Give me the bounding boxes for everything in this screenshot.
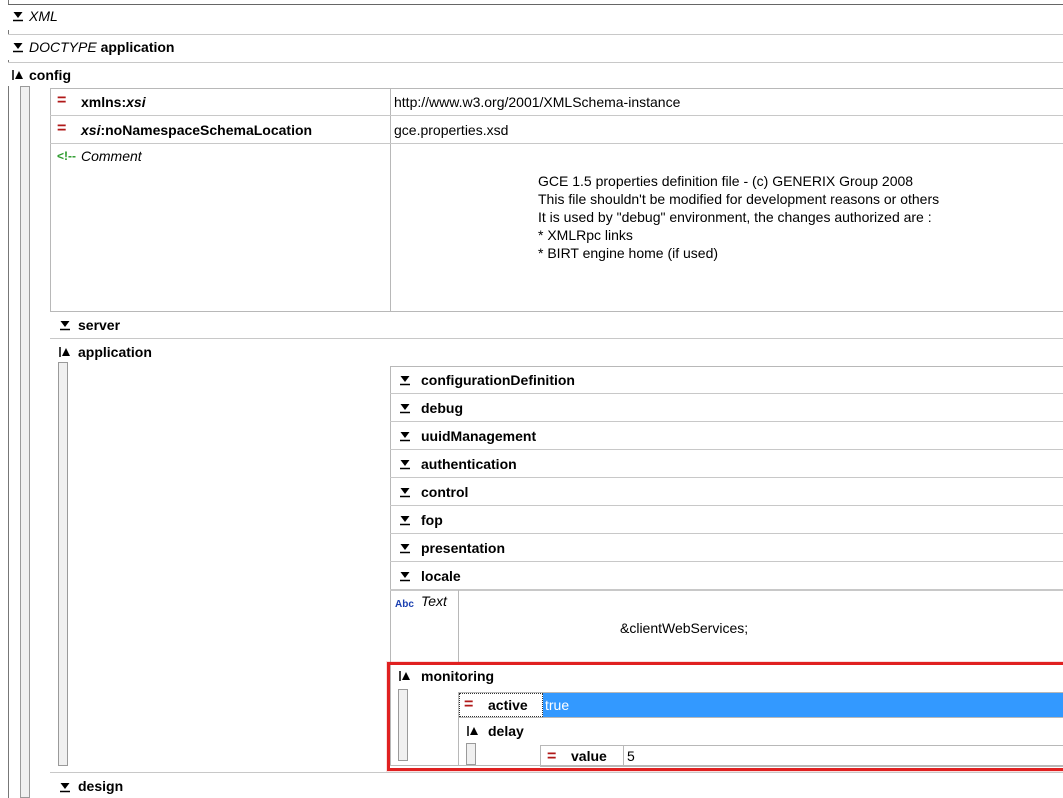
highlight-frame bbox=[387, 662, 1063, 771]
server-label: server bbox=[78, 317, 121, 333]
collapse-arrow-icon[interactable] bbox=[59, 346, 71, 358]
application-child-locale[interactable]: locale bbox=[390, 562, 1063, 590]
doctype-name: application bbox=[100, 39, 175, 55]
comment-node[interactable]: <!-- Comment bbox=[51, 144, 390, 311]
text-abc-icon: Abc bbox=[395, 596, 421, 610]
attr-name: xsi:noNamespaceSchemaLocation bbox=[81, 121, 312, 139]
attribute-icon: = bbox=[57, 120, 67, 137]
text-label: Text bbox=[421, 593, 447, 609]
column-divider bbox=[390, 88, 391, 312]
attr-value[interactable]: gce.properties.xsd bbox=[394, 121, 508, 139]
expand-arrow-icon[interactable] bbox=[59, 781, 71, 793]
config-collapse-bar[interactable] bbox=[20, 86, 30, 798]
doctype-keyword: DOCTYPE bbox=[29, 39, 97, 55]
application-child-debug[interactable]: debug bbox=[390, 394, 1063, 422]
application-child-authentication[interactable]: authentication bbox=[390, 450, 1063, 478]
doctype-row[interactable]: DOCTYPE application bbox=[8, 34, 1063, 60]
attr-xsi-nonamespace[interactable]: = xsi:noNamespaceSchemaLocation bbox=[51, 116, 390, 143]
collapse-arrow-icon[interactable] bbox=[12, 69, 24, 81]
application-label: application bbox=[78, 344, 152, 360]
expand-arrow-icon[interactable] bbox=[399, 458, 411, 470]
comment-line: * BIRT engine home (if used) bbox=[538, 245, 719, 261]
expand-arrow-icon[interactable] bbox=[399, 402, 411, 414]
application-child-presentation[interactable]: presentation bbox=[390, 534, 1063, 562]
attr-local: :noNamespaceSchemaLocation bbox=[100, 122, 313, 138]
svg-text:Abc: Abc bbox=[395, 599, 414, 610]
column-divider bbox=[458, 590, 459, 662]
element-label: locale bbox=[421, 568, 461, 584]
design-row[interactable]: design bbox=[50, 772, 1063, 798]
comment-label: Comment bbox=[81, 148, 142, 164]
application-row[interactable]: application bbox=[50, 339, 1063, 366]
doctype-label: DOCTYPE application bbox=[29, 38, 174, 56]
element-label: configurationDefinition bbox=[421, 372, 575, 388]
application-child-control[interactable]: control bbox=[390, 478, 1063, 506]
server-row[interactable]: server bbox=[50, 312, 1063, 339]
expand-arrow-icon[interactable] bbox=[399, 374, 411, 386]
element-label: uuidManagement bbox=[421, 428, 537, 444]
application-child-configurationDefinition[interactable]: configurationDefinition bbox=[390, 366, 1063, 394]
text-node[interactable]: Abc Text bbox=[391, 591, 458, 661]
expand-arrow-icon[interactable] bbox=[399, 542, 411, 554]
config-label: config bbox=[29, 67, 71, 83]
expand-arrow-icon[interactable] bbox=[399, 570, 411, 582]
expand-arrow-icon[interactable] bbox=[12, 41, 24, 53]
attr-name: xmlns:xsi bbox=[81, 93, 146, 111]
design-label: design bbox=[78, 778, 124, 794]
application-collapse-bar[interactable] bbox=[58, 362, 68, 766]
comment-line: GCE 1.5 properties definition file - (c)… bbox=[538, 173, 914, 189]
attr-xmlns-xsi[interactable]: = xmlns:xsi bbox=[51, 89, 390, 115]
expand-arrow-icon[interactable] bbox=[399, 514, 411, 526]
attr-value[interactable]: http://www.w3.org/2001/XMLSchema-instanc… bbox=[394, 93, 680, 111]
xml-label: XML bbox=[29, 8, 58, 24]
expand-arrow-icon[interactable] bbox=[399, 430, 411, 442]
attr-prefix: xmlns: bbox=[81, 94, 127, 110]
element-label: presentation bbox=[421, 540, 506, 556]
expand-arrow-icon[interactable] bbox=[12, 10, 24, 22]
row-divider bbox=[390, 590, 1063, 591]
element-label: authentication bbox=[421, 456, 517, 472]
attr-local: xsi bbox=[126, 94, 146, 110]
element-label: fop bbox=[421, 512, 443, 528]
application-child-fop[interactable]: fop bbox=[390, 506, 1063, 534]
config-row[interactable]: config bbox=[8, 62, 1063, 86]
comment-line: It is used by "debug" environment, the c… bbox=[538, 209, 932, 225]
attr-prefix: xsi bbox=[81, 122, 101, 138]
text-value[interactable]: &clientWebServices; bbox=[620, 619, 748, 637]
element-label: control bbox=[421, 484, 469, 500]
expand-arrow-icon[interactable] bbox=[399, 486, 411, 498]
tree-left-border bbox=[8, 0, 9, 798]
xml-row[interactable]: XML bbox=[8, 4, 1063, 30]
attribute-icon: = bbox=[57, 92, 67, 109]
comment-line: * XMLRpc links bbox=[538, 227, 633, 243]
expand-arrow-icon[interactable] bbox=[59, 319, 71, 331]
element-label: debug bbox=[421, 400, 463, 416]
comment-line: This file shouldn't be modified for deve… bbox=[538, 191, 940, 207]
comment-icon: <!-- bbox=[57, 148, 77, 163]
comment-text[interactable]: GCE 1.5 properties definition file - (c)… bbox=[538, 172, 1063, 262]
svg-text:<!--: <!-- bbox=[57, 149, 76, 162]
application-child-uuidManagement[interactable]: uuidManagement bbox=[390, 422, 1063, 450]
